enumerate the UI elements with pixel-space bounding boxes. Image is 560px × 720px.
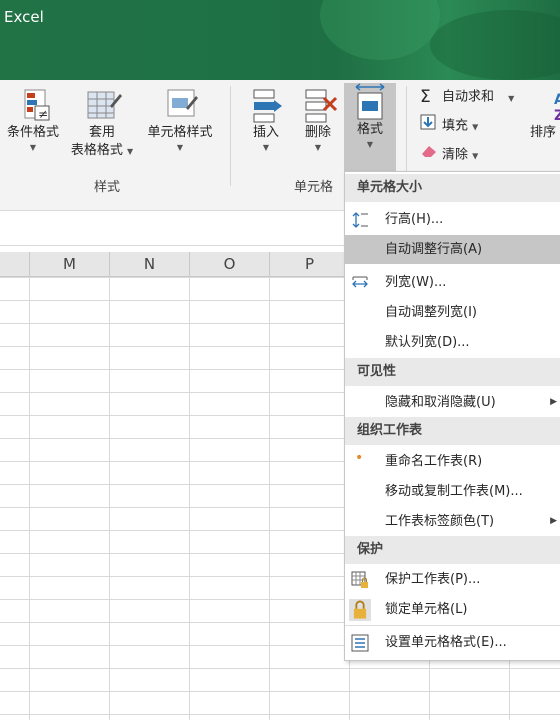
insert-label: 插入 xyxy=(252,125,279,140)
menu-item-column-width[interactable]: 列宽(W)... xyxy=(345,268,560,297)
format-as-table-button[interactable]: 套用 表格格式 ▼ xyxy=(66,88,138,161)
cell-styles-button[interactable]: 单元格样式 ▼ xyxy=(140,88,220,154)
chevron-down-icon: ▼ xyxy=(176,143,184,152)
menu-section-visibility: 可见性 xyxy=(345,358,560,386)
move-copy-sheet-label: 移动或复制工作表(M)... xyxy=(385,484,523,499)
menu-item-lock-cell[interactable]: 锁定单元格(L) xyxy=(345,595,560,624)
menu-item-move-copy-sheet[interactable]: 移动或复制工作表(M)... xyxy=(345,477,560,506)
menu-item-autofit-row-height[interactable]: 自动调整行高(A) xyxy=(345,235,560,264)
protect-sheet-icon xyxy=(351,571,368,588)
lock-cell-label: 锁定单元格(L) xyxy=(385,602,468,617)
insert-button[interactable]: 插入 ▼ xyxy=(240,88,292,154)
title-bar: Excel xyxy=(0,0,560,80)
column-width-label: 列宽(W)... xyxy=(385,275,447,290)
format-as-table-label-2-text: 表格格式 xyxy=(70,143,123,158)
format-dropdown-menu: 单元格大小 行高(H)... 自动调整行高(A) 列宽(W)... 自动调整列宽… xyxy=(344,171,560,661)
autofit-column-width-label: 自动调整列宽(I) xyxy=(385,305,477,320)
submenu-arrow-icon: ▶ xyxy=(550,516,557,526)
svg-text:A: A xyxy=(554,92,560,108)
bullet-icon: • xyxy=(355,450,364,466)
menu-section-cell-size: 单元格大小 xyxy=(345,174,560,202)
title-bar-decoration xyxy=(320,0,440,60)
menu-divider xyxy=(345,625,560,626)
format-as-table-label-2: 表格格式 ▼ xyxy=(66,142,138,161)
svg-text:Z: Z xyxy=(554,108,560,124)
column-header-partial[interactable] xyxy=(0,252,30,276)
autofit-row-height-label: 自动调整行高(A) xyxy=(385,242,483,257)
column-width-icon xyxy=(352,276,368,288)
menu-item-tab-color[interactable]: 工作表标签颜色(T) ▶ xyxy=(345,507,560,536)
conditional-format-label: 条件格式 xyxy=(6,125,59,140)
app-title: Excel xyxy=(4,8,44,26)
submenu-arrow-icon: ▶ xyxy=(550,397,557,407)
hide-unhide-label: 隐藏和取消隐藏(U) xyxy=(385,395,496,410)
delete-cells-icon xyxy=(305,89,338,123)
chevron-down-icon: ▼ xyxy=(314,143,322,152)
eraser-icon xyxy=(420,144,438,166)
fill-label: 填充 xyxy=(442,118,469,134)
format-button[interactable]: 格式 ▼ xyxy=(344,83,396,171)
format-cells-dialog-icon xyxy=(351,634,369,652)
menu-section-protection: 保护 xyxy=(345,536,560,564)
svg-text:≠: ≠ xyxy=(38,107,48,121)
default-width-label: 默认列宽(D)... xyxy=(385,335,470,350)
row-height-icon xyxy=(352,212,368,228)
fill-down-icon xyxy=(420,114,438,138)
menu-item-row-height[interactable]: 行高(H)... xyxy=(345,205,560,234)
menu-item-autofit-column-width[interactable]: 自动调整列宽(I) xyxy=(345,298,560,327)
menu-item-rename-sheet[interactable]: • 重命名工作表(R) xyxy=(345,447,560,476)
format-cells-icon xyxy=(355,83,385,120)
column-header-o[interactable]: O xyxy=(190,252,270,276)
column-header-n[interactable]: N xyxy=(110,252,190,276)
format-cells-label: 设置单元格格式(E)... xyxy=(385,635,507,650)
conditional-format-icon: ≠ xyxy=(24,89,50,121)
clear-label: 清除 xyxy=(442,147,469,163)
chevron-down-icon: ▼ xyxy=(508,93,515,103)
lock-icon xyxy=(349,599,371,621)
title-bar-decoration xyxy=(430,10,560,80)
sigma-icon: Σ xyxy=(420,87,431,107)
menu-item-default-width[interactable]: 默认列宽(D)... xyxy=(345,328,560,357)
styles-group-label: 样式 xyxy=(94,180,121,195)
insert-cells-icon xyxy=(253,89,282,123)
delete-label: 删除 xyxy=(304,125,331,140)
chevron-down-icon: ▼ xyxy=(472,122,479,132)
column-header-p[interactable]: P xyxy=(270,252,350,276)
menu-item-format-cells[interactable]: 设置单元格格式(E)... xyxy=(345,628,560,657)
rename-sheet-label: 重命名工作表(R) xyxy=(385,454,483,469)
chevron-down-icon: ▼ xyxy=(472,151,479,161)
delete-button[interactable]: 删除 ▼ xyxy=(292,88,344,154)
format-as-table-label-1: 套用 xyxy=(88,125,115,140)
cell-styles-label: 单元格样式 xyxy=(147,125,213,140)
clear-button[interactable]: 清除 ▼ xyxy=(420,144,478,166)
chevron-down-icon: ▼ xyxy=(262,143,270,152)
sort-az-icon: A Z xyxy=(554,92,560,124)
sort-label: 排序 xyxy=(530,125,557,140)
chevron-down-icon: ▼ xyxy=(127,147,134,156)
autosum-button[interactable]: Σ 自动求和 ▼ xyxy=(420,86,514,108)
conditional-format-button[interactable]: ≠ 条件格式 ▼ xyxy=(0,88,66,154)
menu-item-protect-sheet[interactable]: 保护工作表(P)... xyxy=(345,565,560,594)
protect-sheet-label: 保护工作表(P)... xyxy=(385,572,481,587)
cells-group-label: 单元格 xyxy=(294,180,334,195)
menu-section-organize: 组织工作表 xyxy=(345,417,560,445)
tab-color-label: 工作表标签颜色(T) xyxy=(385,514,495,529)
column-header-m[interactable]: M xyxy=(30,252,110,276)
row-height-label: 行高(H)... xyxy=(385,212,444,227)
chevron-down-icon: ▼ xyxy=(366,140,374,149)
chevron-down-icon: ▼ xyxy=(29,143,37,152)
format-label: 格式 xyxy=(356,122,383,137)
menu-item-hide-unhide[interactable]: 隐藏和取消隐藏(U) ▶ xyxy=(345,388,560,417)
cell-styles-icon xyxy=(167,89,198,117)
autosum-label: 自动求和 xyxy=(442,89,495,105)
ribbon-separator xyxy=(230,86,231,186)
fill-button[interactable]: 填充 ▼ xyxy=(420,114,478,136)
sort-button[interactable]: A Z 排序 xyxy=(528,88,560,142)
table-format-icon xyxy=(87,91,122,119)
